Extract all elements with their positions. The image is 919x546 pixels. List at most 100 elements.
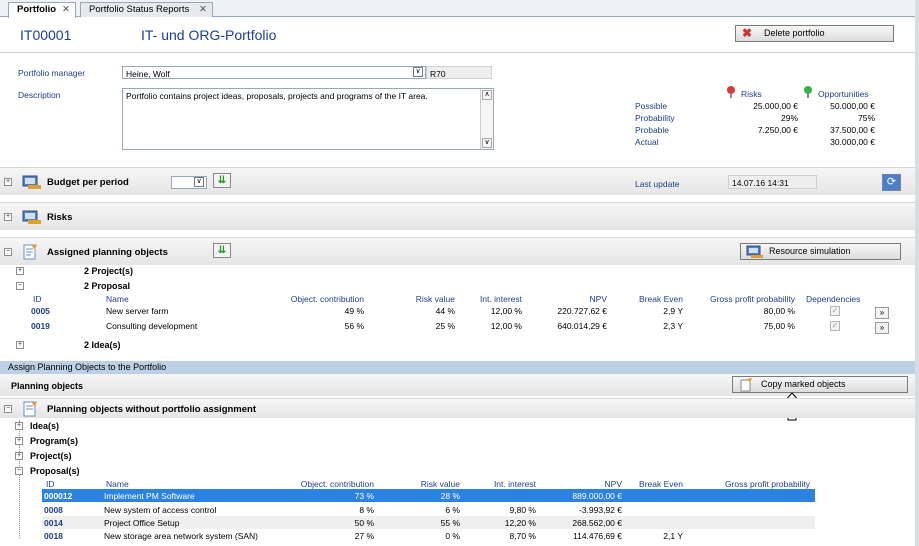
row-id[interactable]: 0008	[44, 505, 63, 515]
col-npv: NPV	[589, 294, 607, 304]
scrollbar[interactable]: ∧ ∨	[480, 89, 493, 149]
tab-label: Portfolio	[17, 4, 57, 15]
row-contrib: 56 %	[344, 321, 364, 331]
table-row[interactable]: 0005 New server farm 49 % 44 % 12,00 % 2…	[30, 304, 890, 319]
copy-marked-objects-button[interactable]: Copy marked objects	[732, 376, 908, 393]
row-name: New storage area network system (SAN)	[104, 531, 258, 541]
delete-label: Delete portfolio	[764, 28, 825, 38]
row-npv: 640.014,29 €	[557, 321, 607, 331]
collapse-icon[interactable]: −	[4, 248, 12, 256]
row-name: Implement PM Software	[104, 491, 195, 501]
details-button[interactable]: »	[875, 307, 889, 319]
resource-simulation-button[interactable]: Resource simulation	[740, 243, 901, 260]
expand-icon[interactable]: +	[4, 178, 12, 186]
tab-portfolio[interactable]: Portfolio ✕	[8, 2, 76, 18]
table-row[interactable]: 0018 New storage area network system (SA…	[42, 529, 815, 542]
table-row[interactable]: 000012 Implement PM Software 73 % 28 % 8…	[42, 489, 815, 502]
row-id[interactable]: 0018	[44, 531, 63, 541]
tree-group-ideas[interactable]: Idea(s)	[30, 421, 59, 431]
row-npv: -3.993,92 €	[578, 505, 622, 515]
expand-icon[interactable]: +	[15, 422, 23, 430]
description-textarea[interactable]: Portfolio contains project ideas, propos…	[122, 88, 494, 150]
resource-icon	[746, 245, 763, 258]
risk-pin-icon	[727, 86, 735, 98]
resource-label: Resource simulation	[769, 246, 851, 256]
apply-arrow-button[interactable]: ⇊	[213, 173, 231, 188]
expand-icon[interactable]: +	[16, 341, 24, 349]
col-contrib: Object. contribution	[290, 294, 364, 304]
tree-group-proposals[interactable]: Proposal(s)	[30, 466, 80, 476]
col-name: Name	[106, 479, 129, 489]
col-id: ID	[33, 294, 42, 304]
col-break-even: Break Even	[639, 479, 683, 489]
close-icon[interactable]: ✕	[199, 3, 207, 16]
row-name: Consulting development	[106, 321, 198, 331]
row-contrib: 49 %	[344, 306, 364, 316]
tab-status-reports[interactable]: Portfolio Status Reports ✕	[80, 2, 213, 17]
row-id[interactable]: 0005	[31, 306, 50, 316]
manager-field[interactable]: Heine, Wolf ∨	[122, 66, 426, 79]
row-id[interactable]: 0019	[31, 321, 50, 331]
portfolio-id: IT00001	[20, 27, 72, 43]
row-npv: 268.562,00 €	[572, 518, 622, 528]
group-projects[interactable]: 2 Project(s)	[84, 266, 133, 276]
table-row[interactable]: 0014 Project Office Setup 50 % 55 % 12,2…	[42, 516, 815, 529]
period-select[interactable]: ∨	[171, 176, 207, 189]
without-title: Planning objects without portfolio assig…	[47, 404, 256, 415]
risks-icon	[22, 210, 41, 224]
ro-opp-value: 75%	[857, 113, 875, 123]
manager-code: R70	[426, 66, 492, 79]
description-label: Description	[18, 90, 61, 100]
tree-group-projects[interactable]: Project(s)	[30, 451, 72, 461]
expand-icon[interactable]: +	[15, 437, 23, 445]
chevron-down-icon[interactable]: ∨	[413, 67, 423, 77]
dependency-checkbox[interactable]: ✓	[830, 306, 840, 316]
chevron-down-icon[interactable]: ∨	[194, 177, 204, 187]
close-icon[interactable]: ✕	[62, 3, 70, 16]
dependency-checkbox[interactable]: ✓	[830, 321, 840, 331]
expand-icon[interactable]: +	[4, 213, 12, 221]
tree-group-programs[interactable]: Program(s)	[30, 436, 78, 446]
ro-risk-value: 7.250,00 €	[757, 125, 798, 135]
expand-icon[interactable]: +	[16, 267, 24, 275]
row-id[interactable]: 0014	[44, 518, 63, 528]
ro-label: Possible	[635, 101, 668, 111]
refresh-button[interactable]: ⟳	[882, 174, 901, 191]
chevron-up-icon[interactable]: ∧	[482, 90, 492, 100]
row-risk: 28 %	[440, 491, 460, 501]
window-edge	[915, 0, 919, 546]
collapse-icon[interactable]: −	[15, 467, 23, 475]
risks-header: Risks	[741, 89, 762, 99]
apply-arrow-button[interactable]: ⇊	[213, 243, 231, 258]
without-section: − Planning objects without portfolio ass…	[0, 398, 915, 418]
row-risk: 0 %	[445, 531, 460, 541]
row-contrib: 50 %	[354, 518, 374, 528]
delete-icon: ✖	[742, 26, 753, 40]
row-contrib: 8 %	[359, 505, 374, 515]
row-break-even: 2,3 Y	[663, 321, 683, 331]
table-row[interactable]: 0008 New system of access control 8 % 6 …	[42, 503, 815, 516]
details-button[interactable]: »	[875, 322, 889, 334]
manager-value: Heine, Wolf	[126, 69, 170, 79]
chevron-down-icon[interactable]: ∨	[482, 138, 492, 148]
group-proposal[interactable]: 2 Proposal	[84, 281, 130, 291]
expand-icon[interactable]: +	[15, 452, 23, 460]
ro-label: Probable	[635, 125, 670, 135]
opportunity-pin-icon	[804, 86, 812, 98]
last-update-value: 14.07.16 14:31	[728, 175, 817, 189]
col-npv: NPV	[604, 479, 622, 489]
row-name: New system of access control	[104, 505, 217, 515]
ro-opp-value: 50.000,00 €	[830, 101, 875, 111]
collapse-icon[interactable]: −	[16, 282, 24, 290]
group-ideas[interactable]: 2 Idea(s)	[84, 340, 121, 350]
page-title: IT- und ORG-Portfolio	[141, 27, 277, 43]
delete-portfolio-button[interactable]: ✖ Delete portfolio	[735, 25, 894, 42]
row-gpp: 75,00 %	[763, 321, 795, 331]
row-id[interactable]: 000012	[44, 491, 72, 501]
row-risk: 55 %	[440, 518, 460, 528]
collapse-icon[interactable]: −	[4, 405, 12, 413]
ro-risk-value: 25.000,00 €	[753, 101, 798, 111]
budget-section: + Budget per period ∨ ⇊ Last update 14.0…	[0, 167, 915, 195]
table-row[interactable]: 0019 Consulting development 56 % 25 % 12…	[30, 319, 890, 334]
row-interest: 12,00 %	[490, 306, 522, 316]
